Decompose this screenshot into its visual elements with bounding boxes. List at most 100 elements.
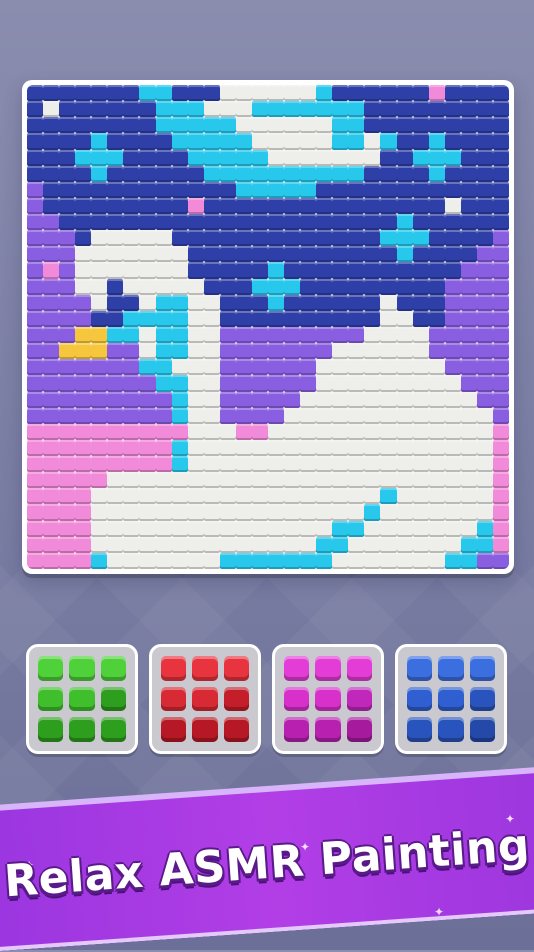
pixel-cell[interactable] [91, 343, 108, 360]
color-swatch[interactable] [438, 686, 464, 712]
pixel-cell[interactable] [380, 375, 397, 392]
pixel-cell[interactable] [203, 278, 220, 295]
color-swatch[interactable] [346, 656, 372, 681]
pixel-cell[interactable] [203, 117, 220, 134]
pixel-cell[interactable] [412, 310, 429, 327]
pixel-cell[interactable] [268, 439, 285, 457]
pixel-cell[interactable] [444, 278, 461, 295]
pixel-cell[interactable] [476, 230, 493, 247]
pixel-cell[interactable] [171, 439, 188, 457]
pixel-cell[interactable] [300, 536, 317, 553]
palette-green[interactable] [26, 644, 138, 754]
pixel-cell[interactable] [316, 165, 333, 182]
pixel-cell[interactable] [332, 101, 349, 118]
pixel-cell[interactable] [107, 488, 124, 505]
pixel-cell[interactable] [75, 423, 92, 440]
pixel-cell[interactable] [219, 246, 236, 263]
pixel-cell[interactable] [139, 101, 156, 118]
pixel-cell[interactable] [460, 165, 477, 182]
pixel-cell[interactable] [187, 326, 204, 344]
pixel-cell[interactable] [316, 262, 333, 279]
pixel-cell[interactable] [27, 359, 44, 376]
pixel-cell[interactable] [284, 117, 301, 134]
pixel-cell[interactable] [380, 149, 397, 166]
pixel-cell[interactable] [492, 552, 509, 569]
pixel-cell[interactable] [59, 149, 76, 166]
pixel-cell[interactable] [107, 181, 124, 198]
pixel-cell[interactable] [123, 246, 140, 263]
pixel-cell[interactable] [428, 343, 445, 360]
pixel-cell[interactable] [251, 181, 268, 198]
pixel-cell[interactable] [364, 101, 381, 118]
pixel-cell[interactable] [235, 423, 252, 440]
pixel-cell[interactable] [348, 85, 365, 102]
pixel-cell[interactable] [380, 536, 397, 553]
pixel-cell[interactable] [412, 456, 429, 473]
pixel-cell[interactable] [59, 101, 76, 118]
pixel-cell[interactable] [476, 359, 493, 376]
pixel-cell[interactable] [235, 407, 252, 424]
pixel-cell[interactable] [219, 536, 236, 553]
pixel-cell[interactable] [284, 407, 301, 424]
pixel-cell[interactable] [268, 391, 285, 408]
pixel-cell[interactable] [139, 439, 156, 457]
pixel-cell[interactable] [396, 278, 413, 295]
pixel-cell[interactable] [300, 359, 317, 376]
pixel-cell[interactable] [171, 181, 188, 198]
pixel-cell[interactable] [444, 133, 461, 150]
palette-red[interactable] [149, 644, 261, 754]
pixel-cell[interactable] [203, 165, 220, 182]
pixel-cell[interactable] [219, 230, 236, 247]
pixel-cell[interactable] [428, 423, 445, 440]
pixel-cell[interactable] [123, 359, 140, 376]
pixel-cell[interactable] [476, 85, 493, 102]
pixel-cell[interactable] [75, 439, 92, 457]
color-swatch[interactable] [223, 717, 249, 742]
pixel-cell[interactable] [139, 197, 156, 215]
pixel-cell[interactable] [380, 488, 397, 505]
pixel-cell[interactable] [444, 262, 461, 279]
pixel-cell[interactable] [460, 197, 477, 215]
pixel-cell[interactable] [107, 278, 124, 295]
pixel-cell[interactable] [412, 294, 429, 311]
pixel-cell[interactable] [300, 165, 317, 182]
pixel-cell[interactable] [203, 472, 220, 489]
color-swatch[interactable] [161, 717, 187, 742]
pixel-cell[interactable] [316, 488, 333, 505]
pixel-cell[interactable] [348, 230, 365, 247]
pixel-cell[interactable] [300, 278, 317, 295]
pixel-cell[interactable] [187, 101, 204, 118]
pixel-cell[interactable] [396, 520, 413, 537]
pixel-cell[interactable] [155, 391, 172, 408]
pixel-cell[interactable] [492, 391, 509, 408]
pixel-cell[interactable] [251, 214, 268, 231]
pixel-cell[interactable] [155, 294, 172, 311]
pixel-cell[interactable] [476, 133, 493, 150]
pixel-cell[interactable] [139, 117, 156, 134]
pixel-cell[interactable] [460, 149, 477, 166]
pixel-cell[interactable] [284, 214, 301, 231]
pixel-cell[interactable] [300, 246, 317, 263]
pixel-cell[interactable] [171, 391, 188, 408]
pixel-cell[interactable] [123, 117, 140, 134]
pixel-cell[interactable] [107, 343, 124, 360]
pixel-cell[interactable] [284, 504, 301, 521]
pixel-cell[interactable] [123, 262, 140, 279]
pixel-cell[interactable] [396, 536, 413, 553]
pixel-cell[interactable] [460, 262, 477, 279]
pixel-cell[interactable] [412, 214, 429, 231]
pixel-cell[interactable] [171, 214, 188, 231]
pixel-cell[interactable] [348, 294, 365, 311]
pixel-cell[interactable] [332, 197, 349, 215]
pixel-cell[interactable] [332, 536, 349, 553]
pixel-cell[interactable] [364, 133, 381, 150]
pixel-cell[interactable] [203, 310, 220, 327]
pixel-cell[interactable] [139, 359, 156, 376]
pixel-cell[interactable] [284, 326, 301, 344]
pixel-cell[interactable] [139, 133, 156, 150]
pixel-cell[interactable] [139, 488, 156, 505]
pixel-cell[interactable] [412, 262, 429, 279]
pixel-cell[interactable] [59, 181, 76, 198]
pixel-cell[interactable] [412, 85, 429, 102]
pixel-cell[interactable] [203, 262, 220, 279]
